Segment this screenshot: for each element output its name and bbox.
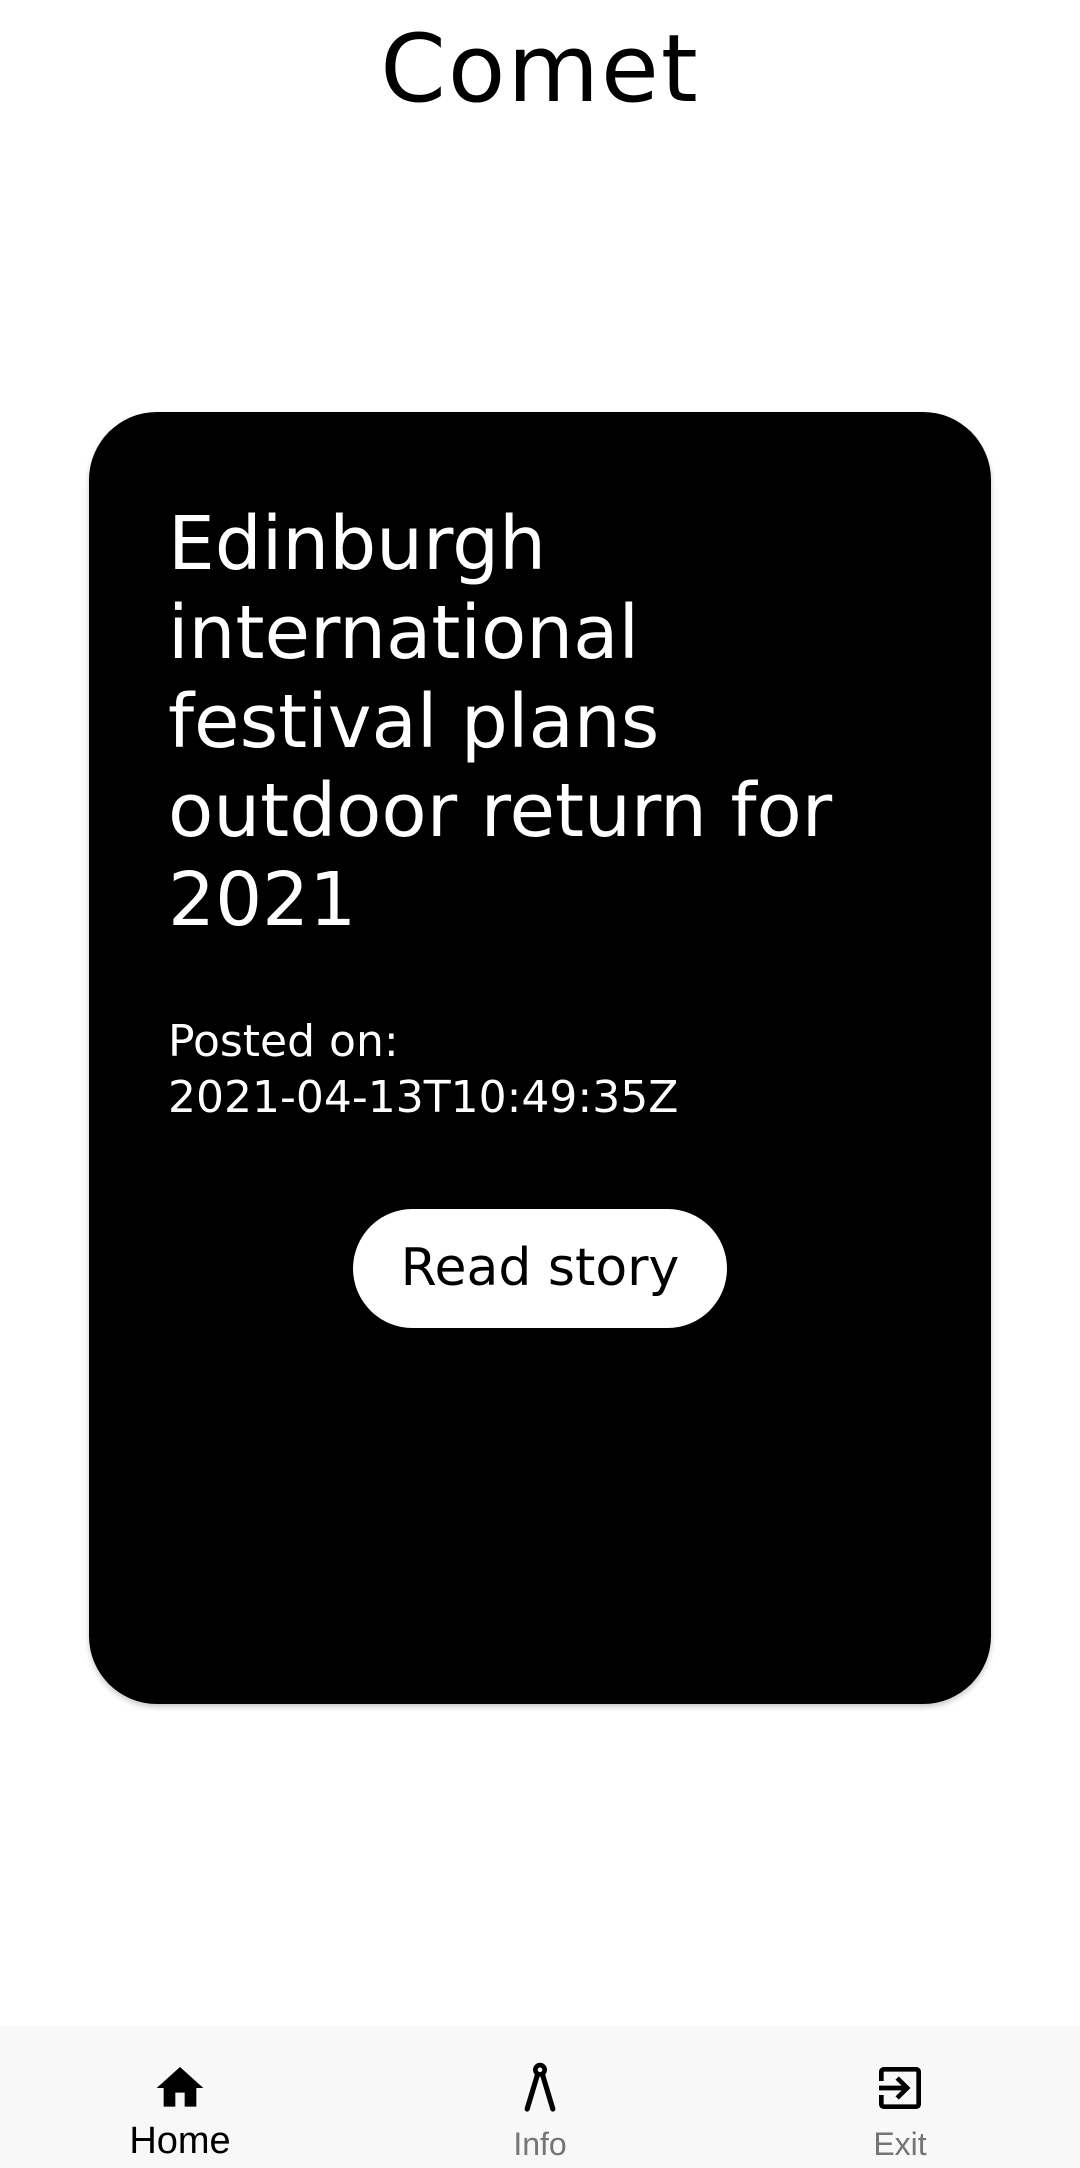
nav-item-home[interactable]: Home (0, 2026, 360, 2168)
nav-label-info: Info (513, 2126, 567, 2162)
story-card: Edinburgh international festival plans o… (89, 412, 991, 1704)
bottom-navigation: Home Info Exit (0, 2026, 1080, 2168)
nav-item-exit[interactable]: Exit (720, 2026, 1080, 2168)
nav-label-exit: Exit (873, 2126, 927, 2162)
read-story-button[interactable]: Read story (353, 1209, 727, 1328)
compass-icon (524, 2062, 556, 2112)
story-title: Edinburgh international festival plans o… (168, 501, 833, 943)
posted-info: Posted on: 2021-04-13T10:49:35Z (168, 1014, 928, 1126)
app-title: Comet (380, 15, 700, 124)
exit-icon (879, 2067, 921, 2109)
nav-item-info[interactable]: Info (360, 2026, 720, 2168)
nav-label-home: Home (129, 2120, 231, 2162)
posted-date: 2021-04-13T10:49:35Z (168, 1072, 679, 1123)
posted-label: Posted on: (168, 1016, 399, 1067)
home-icon (156, 2067, 204, 2107)
